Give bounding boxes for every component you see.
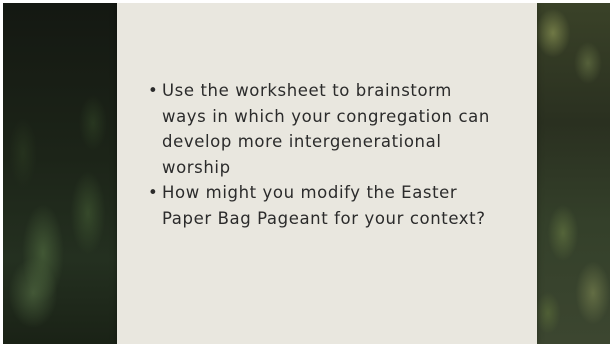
foliage-photo-left <box>3 3 123 344</box>
bullet-marker: • <box>148 183 159 202</box>
bullet-text: How might you modify the Easter Paper Ba… <box>162 183 486 228</box>
bullet-item: • How might you modify the Easter Paper … <box>145 180 495 231</box>
bullet-item: • Use the worksheet to brainstorm ways i… <box>145 78 495 180</box>
slide: • Use the worksheet to brainstorm ways i… <box>3 3 610 344</box>
content-card: • Use the worksheet to brainstorm ways i… <box>117 3 537 344</box>
bullet-list: • Use the worksheet to brainstorm ways i… <box>145 78 495 231</box>
bullet-marker: • <box>148 81 159 100</box>
bullet-text: Use the worksheet to brainstorm ways in … <box>162 81 490 177</box>
